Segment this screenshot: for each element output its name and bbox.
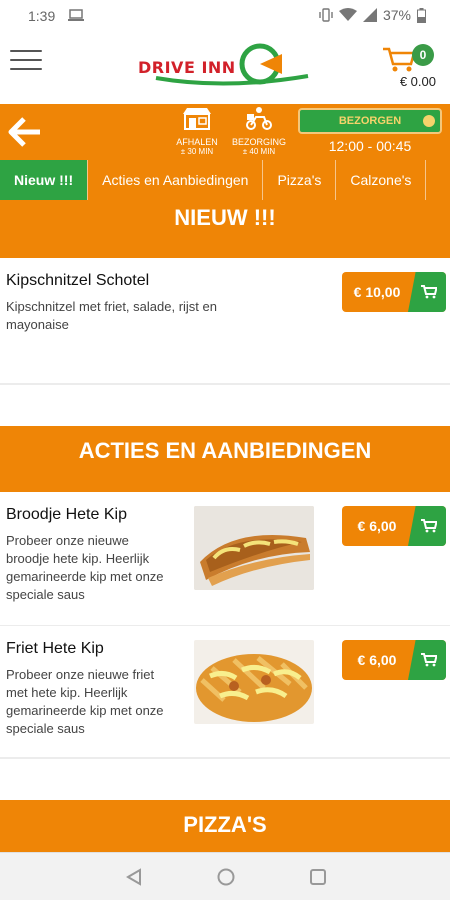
section-header-pizzas: PIZZA'S	[0, 800, 450, 852]
pickup-label: AFHALEN	[176, 137, 218, 147]
item-price: € 6,00	[357, 652, 397, 668]
chevron-down-icon	[423, 115, 435, 127]
add-to-cart-button[interactable]: € 6,00	[342, 506, 446, 546]
drive-inn-logo[interactable]: DRIVE INN	[136, 38, 316, 94]
delivery-time: ± 40 MIN	[242, 147, 276, 156]
item-description-line: speciale saus	[6, 587, 85, 602]
laptop-icon	[68, 9, 84, 21]
status-icons: 37%	[319, 7, 426, 23]
add-to-cart-button[interactable]: € 10,00	[342, 272, 446, 312]
menu-item: Broodje Hete Kip Probeer onze nieuwe bro…	[0, 492, 450, 626]
cart-icon	[383, 47, 416, 72]
nav-recents-icon[interactable]	[308, 867, 328, 887]
menu-icon[interactable]	[10, 50, 42, 74]
signal-icon	[362, 8, 377, 22]
order-mode-select[interactable]: BEZORGEN	[298, 108, 442, 134]
fries-image	[194, 640, 314, 724]
item-title: Kipschnitzel Schotel	[6, 272, 150, 289]
item-description-line: mayonaise	[6, 317, 69, 332]
pickup-option[interactable]: AFHALEN ± 30 MIN	[168, 106, 226, 158]
opening-hours: 12:00 - 00:45	[328, 138, 412, 154]
add-to-cart-button[interactable]: € 6,00	[342, 640, 446, 680]
status-time: 1:39	[28, 8, 56, 24]
section-header-acties: ACTIES EN AANBIEDINGEN	[0, 426, 450, 492]
app-header: DRIVE INN 0 € 0.00	[0, 32, 450, 104]
cart-add-icon	[408, 272, 446, 312]
battery-percent: 37%	[382, 7, 411, 23]
order-options-bar: AFHALEN ± 30 MIN BEZORGING ± 40 MIN BEZO…	[0, 104, 450, 160]
tab-pizzas[interactable]: Pizza's	[263, 160, 337, 200]
cart-count-badge: 0	[412, 44, 434, 66]
item-title: Broodje Hete Kip	[6, 506, 127, 523]
nav-back-icon[interactable]	[124, 867, 144, 887]
category-tabs: Nieuw !!! Acties en Aanbiedingen Pizza's…	[0, 160, 450, 200]
item-price: € 10,00	[353, 284, 401, 300]
item-description-line: speciale saus	[6, 721, 85, 736]
item-price: € 6,00	[357, 518, 397, 534]
item-description-line: Probeer onze nieuwe	[6, 533, 129, 548]
item-description-line: broodje hete kip. Heerlijk	[6, 551, 150, 566]
order-mode-value: BEZORGEN	[338, 115, 402, 127]
section-spacer	[0, 384, 450, 426]
item-description-line: Probeer onze nieuwe friet	[6, 667, 155, 682]
nav-home-icon[interactable]	[216, 867, 236, 887]
tab-nieuw[interactable]: Nieuw !!!	[0, 160, 89, 200]
cart-add-icon	[408, 640, 446, 680]
item-description-line: met hete kip. Heerlijk	[6, 685, 128, 700]
section-header-nieuw: NIEUW !!!	[0, 200, 450, 258]
cart-add-icon	[408, 506, 446, 546]
status-bar: 1:39 37%	[0, 0, 450, 32]
menu-item: Kipschnitzel Schotel Kipschnitzel met fr…	[0, 258, 450, 384]
item-description-line: Kipschnitzel met friet, salade, rijst en	[6, 299, 217, 314]
item-photo-friet[interactable]	[194, 640, 314, 724]
section-spacer	[0, 758, 450, 800]
menu-content[interactable]: NIEUW !!! Kipschnitzel Schotel Kipschnit…	[0, 200, 450, 852]
store-icon	[183, 108, 211, 130]
scooter-icon	[246, 107, 272, 130]
system-navigation-bar	[0, 852, 450, 900]
pickup-time: ± 30 MIN	[180, 147, 214, 156]
tab-calzones[interactable]: Calzone's	[336, 160, 427, 200]
tab-acties[interactable]: Acties en Aanbiedingen	[88, 160, 264, 200]
wifi-icon	[338, 8, 357, 21]
delivery-option[interactable]: BEZORGING ± 40 MIN	[230, 106, 288, 158]
delivery-label: BEZORGING	[231, 137, 286, 147]
sandwich-image	[194, 506, 314, 590]
cart-button[interactable]: 0 € 0.00	[378, 40, 438, 94]
item-description-line: gemarineerde kip met onze	[6, 703, 164, 718]
menu-item: Friet Hete Kip Probeer onze nieuwe friet…	[0, 626, 450, 758]
item-photo-broodje[interactable]	[194, 506, 314, 590]
back-arrow-icon[interactable]	[8, 116, 42, 148]
item-description-line: gemarineerde kip met onze	[6, 569, 164, 584]
battery-icon	[417, 7, 426, 23]
item-title: Friet Hete Kip	[6, 640, 104, 657]
cart-total: € 0.00	[399, 74, 436, 89]
vibrate-icon	[319, 8, 333, 22]
logo-text: DRIVE INN	[138, 58, 236, 77]
